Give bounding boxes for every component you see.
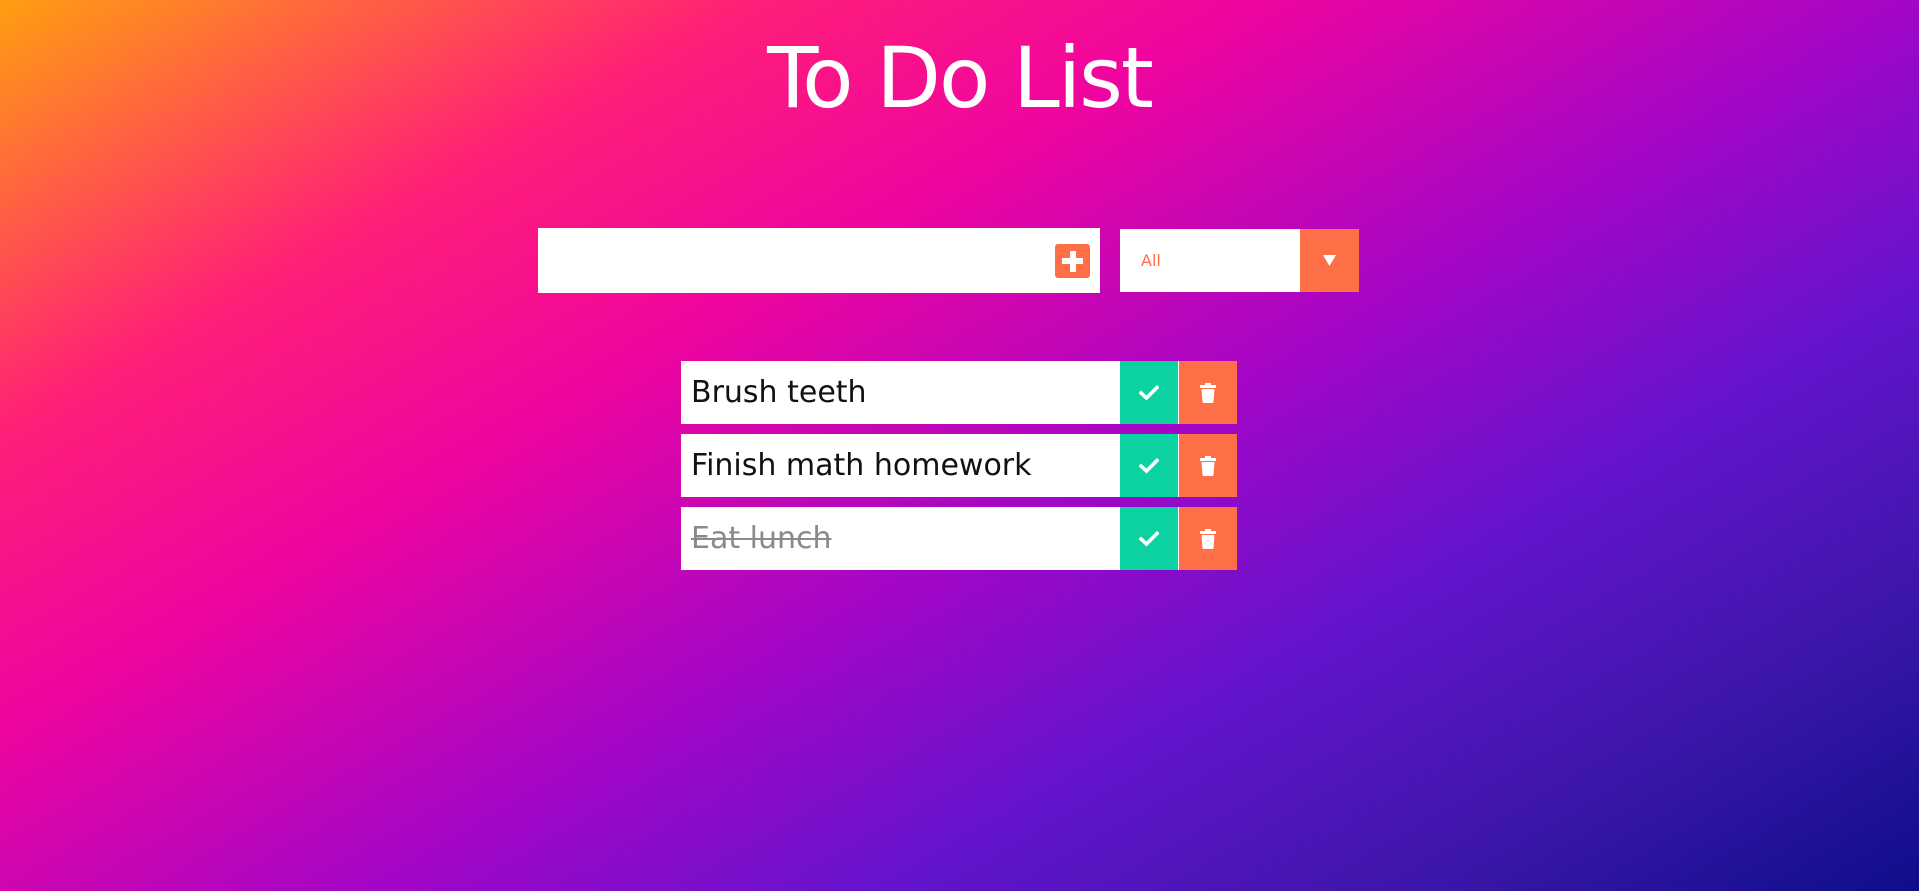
todo-input[interactable] — [538, 228, 1048, 293]
complete-button[interactable] — [1120, 361, 1178, 424]
delete-button[interactable] — [1179, 434, 1237, 497]
filter-select[interactable]: All — [1120, 229, 1359, 292]
todo-text: Brush teeth — [691, 375, 867, 410]
todo-form — [538, 228, 1100, 293]
page-title: To Do List — [767, 29, 1154, 127]
todo-text: Eat lunch — [691, 521, 832, 556]
filter-selected-value: All — [1141, 251, 1161, 270]
complete-button[interactable] — [1120, 507, 1178, 570]
filter-dropdown-button[interactable] — [1300, 229, 1359, 292]
delete-button[interactable] — [1179, 361, 1237, 424]
todo-text: Finish math homework — [691, 448, 1032, 483]
caret-down-icon — [1323, 255, 1336, 266]
trash-icon — [1200, 382, 1216, 403]
add-todo-button[interactable] — [1055, 244, 1090, 278]
check-icon — [1139, 457, 1159, 473]
todo-item: Brush teeth — [681, 361, 1237, 424]
delete-button[interactable] — [1179, 507, 1237, 570]
todo-item: Eat lunch — [681, 507, 1237, 570]
complete-button[interactable] — [1120, 434, 1178, 497]
todo-list: Brush teeth Finish math homework Eat lun… — [681, 361, 1237, 580]
todo-item: Finish math homework — [681, 434, 1237, 497]
trash-icon — [1200, 528, 1216, 549]
trash-icon — [1200, 455, 1216, 476]
check-icon — [1139, 530, 1159, 546]
check-icon — [1139, 384, 1159, 400]
